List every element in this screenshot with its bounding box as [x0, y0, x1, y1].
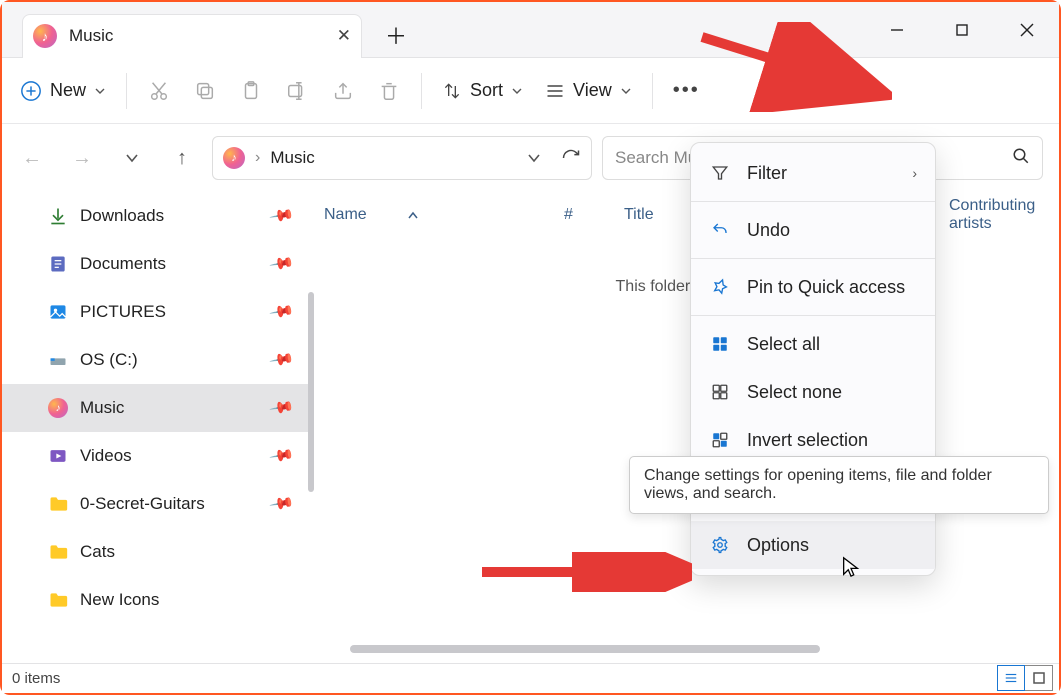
sidebar-item-cats[interactable]: Cats [2, 528, 314, 576]
filter-icon [709, 164, 731, 182]
breadcrumb-music[interactable]: Music [270, 148, 314, 168]
column-title[interactable]: Title [614, 206, 694, 224]
chevron-down-icon[interactable] [527, 151, 541, 165]
sort-button[interactable]: Sort [432, 69, 533, 113]
invert-selection-icon [709, 431, 731, 449]
tab-music[interactable]: ♪ Music ✕ [22, 14, 362, 58]
music-icon: ♪ [48, 398, 68, 418]
music-icon: ♪ [33, 24, 57, 48]
chevron-down-icon [620, 85, 632, 97]
forward-button[interactable]: → [62, 138, 102, 178]
delete-button[interactable] [367, 69, 411, 113]
search-icon[interactable] [1012, 147, 1030, 170]
chevron-down-icon [511, 85, 523, 97]
pin-icon: 📌 [268, 442, 296, 470]
rename-button[interactable] [275, 69, 319, 113]
content-area: Name # Title Contributing artists This f… [314, 192, 1059, 663]
menu-select-all[interactable]: Select all [691, 320, 935, 368]
document-icon [48, 254, 68, 274]
pin-icon: 📌 [268, 490, 296, 518]
sidebar-item-music[interactable]: ♪Music📌 [2, 384, 314, 432]
folder-icon [48, 494, 68, 514]
toolbar: New Sort View ••• [2, 58, 1059, 124]
paste-button[interactable] [229, 69, 273, 113]
titlebar: ♪ Music ✕ ＋ [2, 2, 1059, 58]
new-tab-button[interactable]: ＋ [376, 15, 416, 55]
chevron-right-icon: › [912, 165, 917, 181]
new-button[interactable]: New [10, 69, 116, 113]
column-headers: Name # Title Contributing artists [314, 192, 1059, 238]
breadcrumb-sep-icon: › [255, 149, 260, 167]
more-button[interactable]: ••• [663, 69, 710, 113]
select-none-icon [709, 383, 731, 401]
status-bar: 0 items [2, 663, 1059, 693]
sidebar-item-documents[interactable]: Documents📌 [2, 240, 314, 288]
sidebar: Downloads📌 Documents📌 PICTURES📌 OS (C:)📌… [2, 192, 314, 663]
sidebar-item-downloads[interactable]: Downloads📌 [2, 192, 314, 240]
pin-icon: 📌 [268, 346, 296, 374]
music-icon: ♪ [223, 147, 245, 169]
view-label: View [573, 80, 612, 101]
large-icons-toggle[interactable] [1025, 665, 1053, 691]
chevron-down-icon [94, 85, 106, 97]
column-number[interactable]: # [554, 206, 614, 224]
menu-pin-quick-access[interactable]: Pin to Quick access [691, 263, 935, 311]
sidebar-item-secret-guitars[interactable]: 0-Secret-Guitars📌 [2, 480, 314, 528]
pin-icon: 📌 [268, 394, 296, 422]
sidebar-item-new-icons[interactable]: New Icons [2, 576, 314, 624]
sidebar-item-pictures[interactable]: PICTURES📌 [2, 288, 314, 336]
empty-folder-message: This folder is empty. [314, 238, 1059, 296]
menu-undo[interactable]: Undo [691, 206, 935, 254]
pin-icon: 📌 [268, 202, 296, 230]
back-button[interactable]: ← [12, 138, 52, 178]
pictures-icon [48, 302, 68, 322]
menu-options[interactable]: Options [691, 521, 935, 569]
minimize-button[interactable] [864, 5, 929, 55]
options-tooltip: Change settings for opening items, file … [629, 456, 1049, 514]
pin-icon: 📌 [268, 250, 296, 278]
horizontal-scrollbar[interactable] [340, 643, 1051, 657]
copy-button[interactable] [183, 69, 227, 113]
menu-select-none[interactable]: Select none [691, 368, 935, 416]
select-all-icon [709, 335, 731, 353]
window-controls [864, 5, 1059, 55]
recent-dropdown[interactable] [112, 138, 152, 178]
item-count: 0 items [12, 670, 60, 687]
sort-asc-icon [407, 209, 419, 221]
close-tab-icon[interactable]: ✕ [337, 26, 351, 46]
tab-title: Music [69, 26, 113, 46]
column-contributing[interactable]: Contributing artists [939, 197, 1059, 233]
cut-button[interactable] [137, 69, 181, 113]
maximize-button[interactable] [929, 5, 994, 55]
close-window-button[interactable] [994, 5, 1059, 55]
gear-icon [709, 536, 731, 554]
refresh-icon[interactable] [561, 148, 581, 168]
pin-icon: 📌 [268, 298, 296, 326]
view-button[interactable]: View [535, 69, 642, 113]
address-bar[interactable]: ♪ › Music [212, 136, 592, 180]
undo-icon [709, 221, 731, 239]
details-view-toggle[interactable] [997, 665, 1025, 691]
folder-icon [48, 542, 68, 562]
sidebar-item-os-c[interactable]: OS (C:)📌 [2, 336, 314, 384]
videos-icon [48, 446, 68, 466]
menu-filter[interactable]: Filter› [691, 149, 935, 197]
sort-label: Sort [470, 80, 503, 101]
new-label: New [50, 80, 86, 101]
view-mode-toggles [997, 665, 1053, 691]
sidebar-scrollbar[interactable] [308, 292, 314, 492]
drive-icon [48, 350, 68, 370]
column-name[interactable]: Name [314, 206, 554, 224]
up-button[interactable]: ↑ [162, 138, 202, 178]
folder-icon [48, 590, 68, 610]
share-button[interactable] [321, 69, 365, 113]
pin-icon [709, 278, 731, 296]
sidebar-item-videos[interactable]: Videos📌 [2, 432, 314, 480]
download-icon [48, 206, 68, 226]
